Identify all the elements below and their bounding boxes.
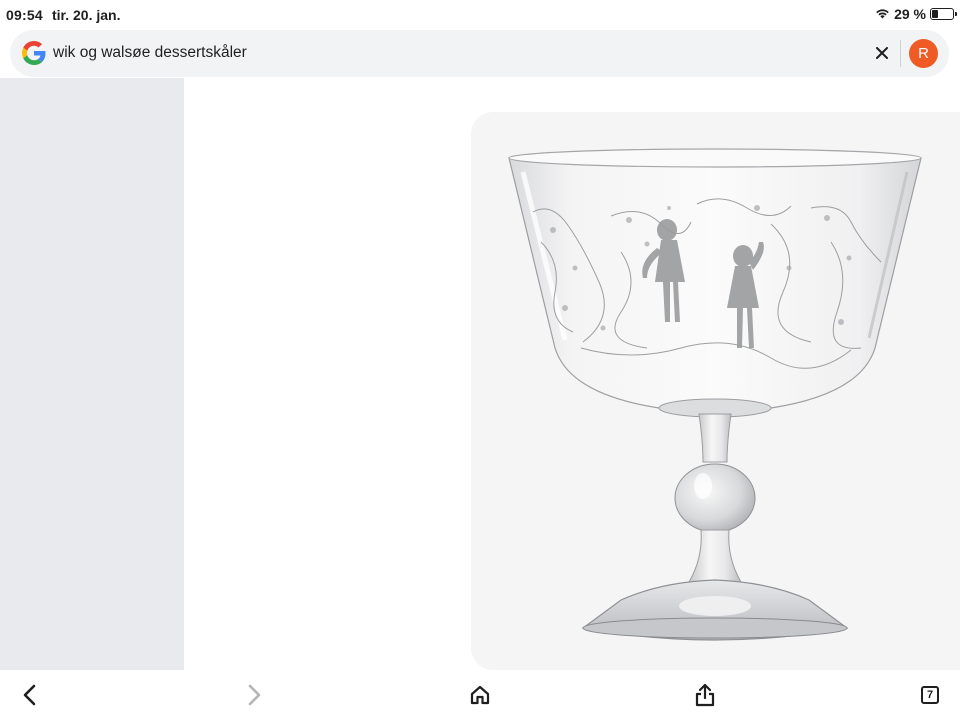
- chevron-left-icon: [23, 684, 36, 706]
- back-button[interactable]: [16, 682, 44, 708]
- left-panel: [0, 78, 184, 670]
- search-input[interactable]: wik og walsøe dessertskåler: [53, 44, 247, 62]
- wifi-icon: [875, 6, 890, 22]
- status-time: 09:54: [6, 7, 43, 23]
- share-icon: [695, 683, 715, 707]
- status-date: tir. 20. jan.: [52, 7, 121, 23]
- search-bar[interactable]: wik og walsøe dessertskåler R: [10, 30, 949, 77]
- dessert-glass-image: [508, 148, 922, 641]
- status-indicators: 29 %: [875, 6, 957, 22]
- result-image-card[interactable]: [471, 112, 960, 670]
- tabs-button[interactable]: 7: [916, 682, 944, 708]
- status-bar: 09:54 tir. 20. jan. 29 %: [0, 0, 960, 28]
- battery-percentage: 29 %: [894, 6, 926, 22]
- home-button[interactable]: [466, 682, 494, 708]
- share-button[interactable]: [691, 682, 719, 708]
- forward-button[interactable]: [240, 682, 268, 708]
- google-g-icon: [22, 41, 46, 65]
- account-avatar-button[interactable]: R: [909, 39, 938, 68]
- battery-level: [932, 10, 938, 18]
- home-icon: [470, 685, 490, 705]
- clear-search-button[interactable]: [871, 42, 893, 64]
- close-icon: [876, 47, 888, 59]
- battery-cap: [955, 12, 957, 16]
- chevron-right-icon: [248, 684, 261, 706]
- battery-icon: [930, 8, 957, 20]
- search-divider: [900, 40, 901, 67]
- tabs-icon: 7: [921, 686, 939, 704]
- bottom-toolbar: 7: [0, 670, 960, 720]
